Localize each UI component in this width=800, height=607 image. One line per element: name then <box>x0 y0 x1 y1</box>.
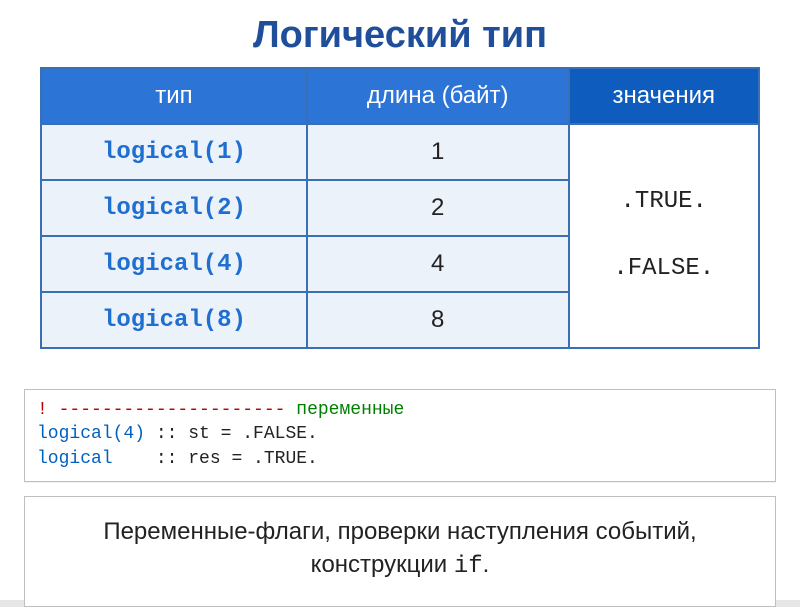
code-type: logical(4) <box>37 424 145 444</box>
code-pad <box>113 449 145 469</box>
col-header-values: значения <box>569 68 760 124</box>
desc-tail: . <box>483 551 490 578</box>
code-type: logical <box>37 449 113 469</box>
spacer <box>570 229 759 243</box>
code-bang: ! <box>37 400 48 420</box>
slide: Логический тип тип длина (байт) значения… <box>0 0 800 600</box>
cell-values: .TRUE. .FALSE. <box>569 124 760 348</box>
desc-text: Переменные-флаги, проверки наступления с… <box>103 518 696 579</box>
code-line-2: logical(4) :: st = .FALSE. <box>37 422 763 446</box>
code-rest: :: st = .FALSE. <box>145 424 318 444</box>
value-true: .TRUE. <box>570 176 759 229</box>
type-table: тип длина (байт) значения logical(1) 1 .… <box>40 67 760 349</box>
page-title: Логический тип <box>0 0 800 67</box>
desc-mono: if <box>454 553 483 580</box>
cell-length: 1 <box>307 124 569 180</box>
code-rest: :: res = .TRUE. <box>145 449 318 469</box>
code-dashes: --------------------- <box>48 400 296 420</box>
cell-type: logical(2) <box>41 180 307 236</box>
type-table-wrap: тип длина (байт) значения logical(1) 1 .… <box>0 67 800 369</box>
cell-length: 2 <box>307 180 569 236</box>
cell-type: logical(1) <box>41 124 307 180</box>
cell-length: 4 <box>307 236 569 292</box>
code-line-3: logical :: res = .TRUE. <box>37 447 763 471</box>
cell-length: 8 <box>307 292 569 348</box>
cell-type: logical(8) <box>41 292 307 348</box>
table-row: logical(1) 1 .TRUE. .FALSE. <box>41 124 759 180</box>
col-header-type: тип <box>41 68 307 124</box>
table-header-row: тип длина (байт) значения <box>41 68 759 124</box>
code-line-1: ! --------------------- переменные <box>37 398 763 422</box>
col-header-length: длина (байт) <box>307 68 569 124</box>
description-block: Переменные-флаги, проверки наступления с… <box>24 496 776 607</box>
code-block: ! --------------------- переменные logic… <box>24 389 776 482</box>
code-comment: переменные <box>296 400 404 420</box>
value-false: .FALSE. <box>570 243 759 296</box>
cell-type: logical(4) <box>41 236 307 292</box>
